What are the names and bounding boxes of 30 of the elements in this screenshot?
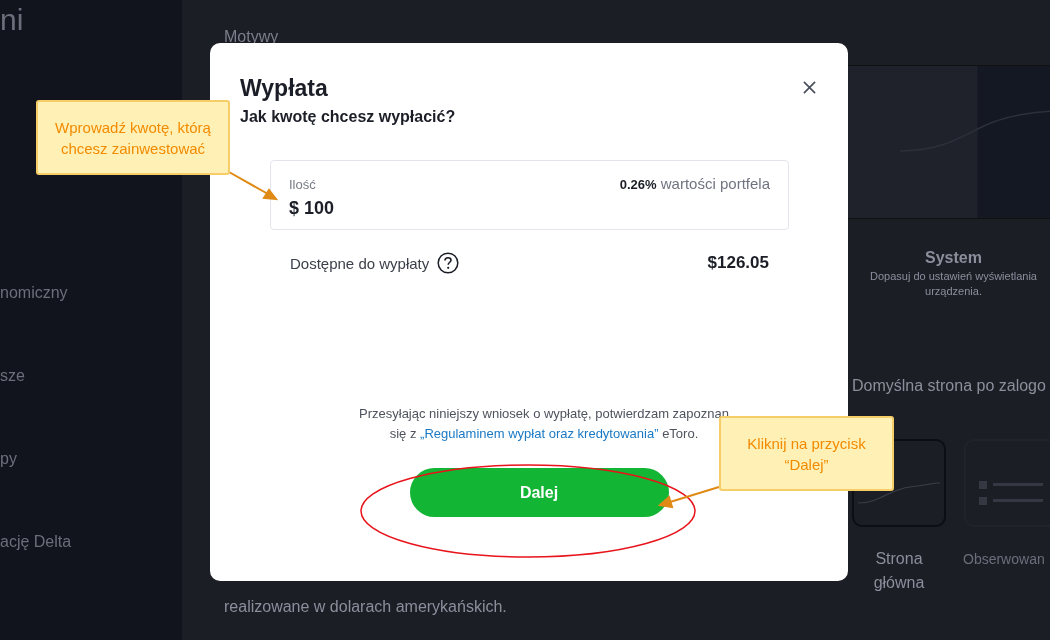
terms-link[interactable]: „Regulaminem wypłat oraz kredytowania” [420, 424, 659, 444]
sidebar-item[interactable]: ację Delta [0, 533, 72, 551]
section-title: Motywy [224, 28, 279, 46]
sidebar-item[interactable]: py [0, 450, 17, 468]
amount-value: $ 100 [289, 198, 335, 219]
available-amount: $126.05 [707, 253, 769, 273]
theme-description: Dopasuj do ustawień wyświetlania [870, 270, 1037, 282]
sidebar-item[interactable]: sze [0, 367, 25, 385]
available-label: Dostępne do wypłaty [290, 254, 430, 272]
help-icon[interactable] [437, 252, 460, 274]
consent-text: się z [389, 425, 418, 443]
theme-title: System [925, 249, 982, 267]
dialog-subtitle: Jak kwotę chcesz wypłacić? [240, 108, 456, 126]
consent-text: eToro. [661, 425, 699, 443]
theme-description: urządzenia. [925, 285, 982, 297]
page-option-label: Obserwowan [963, 550, 1045, 569]
sidebar-item[interactable]: nomiczny [0, 284, 68, 302]
section-title: Domyślna strona po zalogo [852, 377, 1046, 395]
portfolio-share: 0.26% wartości portfela [619, 175, 770, 192]
callout-tooltip: Wprowadź kwotę, którą chcesz zainwestować [36, 100, 230, 175]
page-option-label: Strona główna [872, 549, 926, 593]
dialog-title: Wypłata [240, 75, 328, 102]
sidebar-title: ni [0, 2, 25, 38]
consent-text: Przesyłając niniejszy wniosek o wypłatę, potwierdzam zapoznan [359, 405, 729, 423]
next-button[interactable]: Dalej [409, 468, 669, 517]
amount-field[interactable]: Ilość 0.26% wartości portfela $ 100 [270, 160, 789, 230]
note-text: realizowane w dolarach amerykańskich. [224, 598, 507, 616]
list-drawing [979, 481, 1043, 505]
field-label: Ilość [289, 177, 316, 192]
close-icon[interactable] [803, 81, 816, 94]
